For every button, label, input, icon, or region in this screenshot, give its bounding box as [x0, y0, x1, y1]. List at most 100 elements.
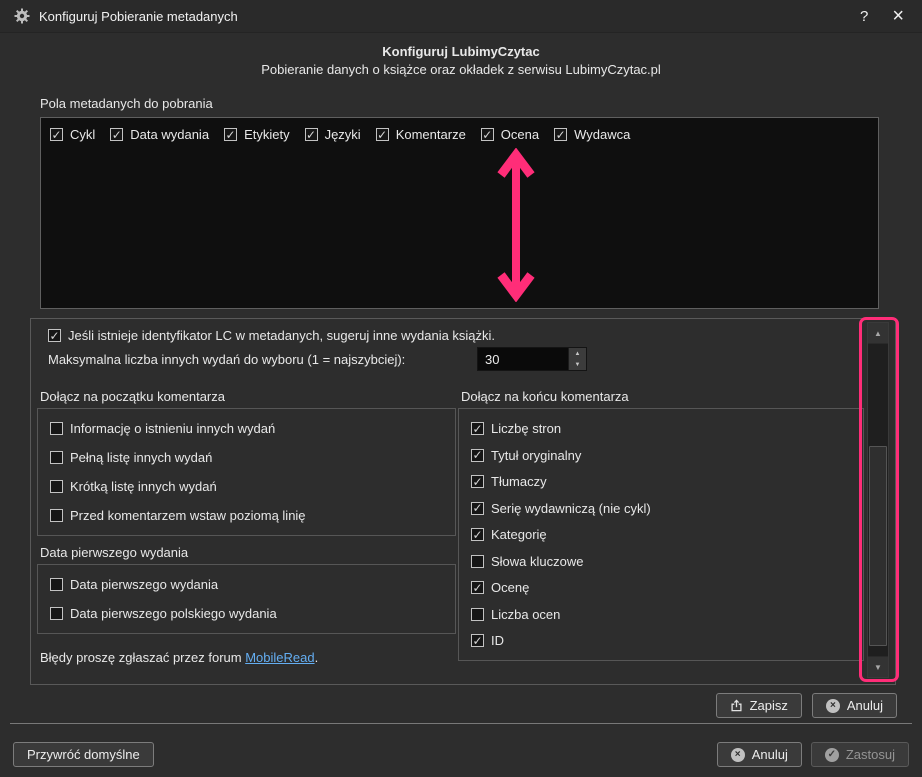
options-scroll-area: ✓ Jeśli istnieje identyfikator LC w meta… — [30, 318, 896, 685]
save-button-label: Zapisz — [749, 698, 788, 713]
group-first-date-list: Data pierwszego wydania Data pierwszego p… — [38, 565, 455, 633]
checkbox-unchecked-icon[interactable] — [471, 554, 484, 568]
checkbox-checked-icon[interactable]: ✓ — [471, 581, 484, 594]
checkbox-checked-icon[interactable]: ✓ — [110, 128, 124, 141]
page-subtitle: Pobieranie danych o książce oraz okładek… — [261, 62, 661, 77]
checkbox-checked-icon[interactable]: ✓ — [471, 634, 484, 647]
max-editions-label: Maksymalna liczba innych wydań do wyboru… — [48, 352, 406, 367]
checkbox-item[interactable]: ✓ Liczbę stron — [471, 419, 853, 438]
max-editions-value[interactable]: 30 — [478, 348, 568, 370]
checkbox-item[interactable]: ✓ Kategorię — [471, 525, 853, 544]
plugin-button-row: Zapisz × Anuluj — [715, 693, 897, 718]
group-begin-title: Dołącz na początku komentarza — [40, 389, 225, 404]
scrollbar-thumb[interactable] — [869, 446, 887, 646]
checkbox-item[interactable]: Słowa kluczowe — [471, 552, 853, 571]
checkbox-checked-icon[interactable]: ✓ — [471, 448, 484, 462]
checkbox-checked-icon[interactable]: ✓ — [471, 528, 484, 541]
checkbox-checked-icon[interactable]: ✓ — [375, 128, 389, 141]
metadata-fields-list[interactable]: ✓ Cykl ✓ Data wydania ✓ Etykiety ✓ Języki ✓ Komen… — [40, 117, 879, 309]
right-options-column: Dołącz na końcu komentarza ✓ Liczbę stron… — [458, 389, 864, 661]
checkbox-item[interactable]: ✓ Data wydania — [110, 125, 209, 144]
checkbox-item[interactable]: ✓ Tytuł oryginalny — [471, 446, 853, 465]
checkbox-item[interactable]: ✓ Serię wydawniczą (nie cykl) — [471, 499, 853, 518]
checkbox-item[interactable]: ✓ Języki — [304, 125, 361, 144]
cancel-bottom-label: Anuluj — [751, 747, 788, 762]
checkbox-label: Wydawca — [574, 127, 631, 142]
checkbox-item[interactable]: ✓ Tłumaczy — [471, 472, 853, 491]
fields-list-label: Pola metadanych do pobrania — [40, 96, 213, 111]
export-icon — [731, 699, 742, 712]
checkbox-item[interactable]: ✓ Etykiety — [224, 125, 290, 144]
checkbox-label: Jeśli istnieje identyfikator LC w metada… — [68, 328, 496, 343]
checkbox-label: Liczbę stron — [491, 421, 562, 436]
checkbox-checked-icon[interactable]: ✓ — [554, 128, 568, 141]
group-begin-list: Informację o istnieniu innych wydań Pełną… — [38, 409, 455, 535]
checkbox-checked-icon[interactable]: ✓ — [224, 128, 238, 141]
checkbox-item[interactable]: ✓ Cykl — [50, 125, 95, 144]
max-editions-spinbox[interactable]: 30 ▲ ▼ — [477, 347, 587, 371]
cancel-button-bottom[interactable]: × Anuluj — [716, 742, 802, 767]
checkbox-item[interactable]: Liczba ocen — [471, 605, 853, 624]
checkbox-item[interactable]: ✓ Wydawca — [554, 125, 630, 144]
checkbox-item[interactable]: Informację o istnieniu innych wydań — [50, 419, 445, 438]
metadata-fields-row: ✓ Cykl ✓ Data wydania ✓ Etykiety ✓ Języki ✓ Komen… — [41, 118, 878, 151]
save-button[interactable]: Zapisz — [715, 693, 802, 718]
apply-label: Zastosuj — [845, 747, 895, 762]
checkbox-label: Słowa kluczowe — [491, 553, 584, 569]
checkbox-item[interactable]: Pełną listę innych wydań — [50, 448, 445, 467]
scrollbar-down-icon[interactable]: ▼ — [868, 656, 888, 677]
checkbox-item[interactable]: ✓ Ocenę — [471, 578, 853, 597]
checkbox-item[interactable]: ✓ Ocena — [480, 125, 540, 144]
checkbox-checked-icon[interactable]: ✓ — [304, 128, 318, 141]
window-title: Konfiguruj Pobieranie metadanych — [39, 8, 238, 24]
checkbox-label: Etykiety — [244, 127, 290, 142]
vertical-scrollbar[interactable]: ▲ ▼ — [867, 322, 889, 678]
checkbox-item[interactable]: Przed komentarzem wstaw poziomą linię — [50, 506, 445, 525]
checkbox-checked-icon[interactable]: ✓ — [480, 128, 494, 141]
bottom-separator — [10, 723, 912, 724]
checkbox-unchecked-icon[interactable] — [50, 607, 63, 620]
checkbox-label: Pełną listę innych wydań — [70, 450, 213, 465]
checkbox-label: Ocena — [500, 127, 540, 142]
mobileread-link[interactable]: MobileRead — [245, 650, 314, 665]
restore-defaults-button[interactable]: Przywróć domyślne — [13, 742, 154, 767]
checkbox-unchecked-icon[interactable] — [50, 509, 63, 522]
checkbox-checked-icon[interactable]: ✓ — [50, 128, 63, 141]
left-options-column: Dołącz na początku komentarza Informację… — [37, 389, 456, 665]
close-icon[interactable]: × — [880, 5, 908, 28]
apply-button[interactable]: ✓ Zastosuj — [810, 742, 909, 767]
cancel-button-top[interactable]: × Anuluj — [811, 693, 897, 718]
cancel-top-label: Anuluj — [846, 698, 883, 713]
checkbox-label: Tłumaczy — [491, 474, 547, 489]
checkbox-label: Liczba ocen — [491, 606, 561, 622]
spin-up-icon[interactable]: ▲ — [569, 348, 586, 359]
checkbox-item[interactable]: Krótką listę innych wydań — [50, 477, 445, 496]
checkbox-item[interactable]: Data pierwszego polskiego wydania — [50, 604, 445, 623]
checkbox-label: Tytuł oryginalny — [491, 447, 582, 463]
checkbox-checked-icon[interactable]: ✓ — [471, 501, 484, 515]
checkbox-item[interactable]: ✓ ID — [471, 631, 853, 650]
suggest-other-editions-checkbox[interactable]: ✓ Jeśli istnieje identyfikator LC w meta… — [48, 326, 495, 345]
checkbox-unchecked-icon[interactable] — [50, 480, 63, 493]
checkbox-label: Cykl — [70, 127, 96, 142]
title-bar: Konfiguruj Pobieranie metadanych ? × — [0, 0, 922, 33]
checkbox-label: Kategorię — [491, 527, 547, 542]
checkbox-unchecked-icon[interactable] — [50, 578, 63, 591]
checkbox-checked-icon[interactable]: ✓ — [471, 475, 484, 488]
group-first-date-box: Data pierwszego wydania Data pierwszego p… — [37, 564, 456, 634]
report-text-before: Błędy proszę zgłaszać przez forum — [40, 650, 246, 665]
scrollbar-up-icon[interactable]: ▲ — [868, 323, 888, 344]
help-button[interactable]: ? — [848, 8, 880, 25]
checkbox-unchecked-icon[interactable] — [50, 422, 63, 435]
spin-down-icon[interactable]: ▼ — [569, 359, 586, 370]
checkbox-item[interactable]: Data pierwszego wydania — [50, 575, 445, 594]
checkbox-checked-icon[interactable]: ✓ — [48, 329, 61, 342]
spinner-buttons[interactable]: ▲ ▼ — [568, 348, 586, 370]
checkbox-label: Data wydania — [130, 127, 210, 142]
dialog-button-row: × Anuluj ✓ Zastosuj — [716, 742, 909, 767]
report-text-after: . — [314, 650, 319, 665]
checkbox-checked-icon[interactable]: ✓ — [471, 422, 484, 435]
checkbox-unchecked-icon[interactable] — [50, 451, 63, 464]
checkbox-item[interactable]: ✓ Komentarze — [375, 125, 466, 144]
checkbox-unchecked-icon[interactable] — [471, 607, 484, 621]
